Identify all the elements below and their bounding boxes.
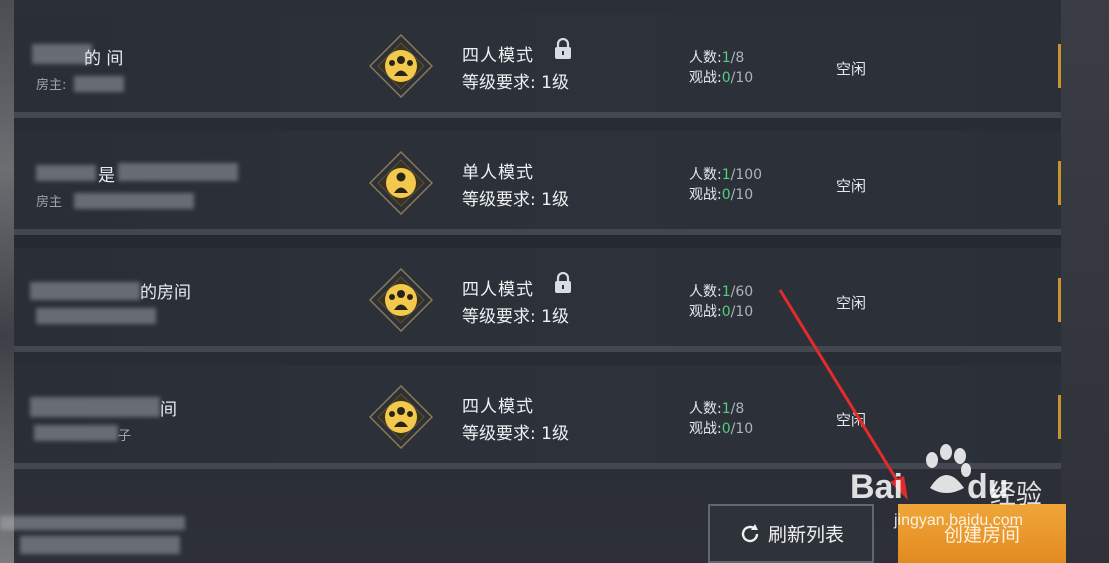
room-row[interactable]: 的房间 四人模式 等级要求: 1级 人数:1/60 观战:0/10 空闲 [14, 248, 1061, 352]
room-status: 空闲 [836, 411, 867, 429]
spectators-current: 0 [721, 421, 731, 437]
solo-icon [369, 151, 433, 215]
redacted-text [32, 44, 92, 64]
spectator-count: 观战:0/10 [689, 301, 753, 321]
players-label: 人数: [689, 167, 722, 183]
players-current: 1 [721, 167, 731, 183]
refresh-list-label: 刷新列表 [767, 524, 844, 546]
redacted-text [0, 516, 185, 530]
players-max: /60 [730, 284, 754, 300]
players-label: 人数: [689, 401, 722, 417]
mode-title: 单人模式 [462, 163, 534, 183]
spectators-current: 0 [721, 70, 731, 86]
redacted-text [118, 163, 238, 181]
room-status: 空闲 [836, 60, 867, 78]
spectators-current: 0 [721, 304, 731, 320]
player-count: 人数:1/100 [689, 164, 762, 184]
background-art-left [0, 0, 14, 563]
level-requirement: 等级要求: 1级 [462, 424, 569, 444]
watermark-url: jingyan.baidu.com [894, 512, 1023, 529]
players-current: 1 [721, 401, 731, 417]
spectators-label: 观战: [689, 304, 722, 320]
redacted-text [30, 397, 160, 417]
row-edge-accent [1058, 395, 1061, 439]
players-current: 1 [721, 50, 731, 66]
room-row[interactable]: 的 间 房主: 四人模式 等级要求: 1级 人数:1/8 观战:0/10 空闲 [14, 14, 1061, 118]
blurred-footer [0, 512, 190, 556]
player-count: 人数:1/8 [689, 398, 744, 418]
paw-logo-icon [926, 444, 971, 493]
room-name: 的 间 [84, 49, 124, 69]
redacted-text [34, 425, 118, 441]
redacted-text [36, 165, 96, 181]
group-icon [369, 268, 433, 332]
redacted-text [36, 308, 156, 324]
mode-title: 四人模式 [462, 397, 534, 417]
redacted-text [30, 282, 140, 300]
row-edge-accent [1058, 161, 1061, 205]
mode-title: 四人模式 [462, 280, 534, 300]
room-host: 房主 [36, 195, 63, 210]
players-max: /8 [730, 50, 745, 66]
room-host: 房主: [36, 78, 67, 93]
players-max: /8 [730, 401, 745, 417]
level-requirement: 等级要求: 1级 [462, 190, 569, 210]
players-current: 1 [721, 284, 731, 300]
group-icon [369, 385, 433, 449]
watermark-brand: Bai [850, 468, 903, 506]
level-requirement: 等级要求: 1级 [462, 73, 569, 93]
room-name: 的房间 [140, 283, 191, 303]
room-list-screen: 的 间 房主: 四人模式 等级要求: 1级 人数:1/8 观战:0/10 空闲 … [0, 0, 1109, 563]
room-name: 间 [160, 400, 177, 420]
redacted-text [20, 536, 180, 554]
room-name: 是 [98, 166, 115, 186]
spectators-max: /10 [730, 187, 754, 203]
redacted-text [74, 76, 124, 92]
spectators-label: 观战: [689, 70, 722, 86]
room-host: 子 [118, 429, 132, 444]
redacted-text [74, 193, 194, 209]
room-status: 空闲 [836, 294, 867, 312]
watermark-suffix: 经验 [990, 480, 1043, 510]
room-row[interactable]: 是 房主 单人模式 等级要求: 1级 人数:1/100 观战:0/10 空闲 [14, 131, 1061, 235]
row-edge-accent [1058, 278, 1061, 322]
level-requirement: 等级要求: 1级 [462, 307, 569, 327]
refresh-icon [741, 523, 759, 542]
spectator-count: 观战:0/10 [689, 67, 753, 87]
room-status: 空闲 [836, 177, 867, 195]
spectator-count: 观战:0/10 [689, 418, 753, 438]
spectators-current: 0 [721, 187, 731, 203]
lock-icon [555, 38, 571, 59]
spectator-count: 观战:0/10 [689, 184, 753, 204]
lock-icon [555, 272, 571, 293]
spectators-max: /10 [730, 304, 754, 320]
players-max: /100 [730, 167, 763, 183]
spectators-max: /10 [730, 70, 754, 86]
player-count: 人数:1/60 [689, 281, 753, 301]
spectators-max: /10 [730, 421, 754, 437]
players-label: 人数: [689, 284, 722, 300]
baidu-watermark: Bai du 经验 jingyan.baidu.com [850, 442, 1070, 529]
player-count: 人数:1/8 [689, 47, 744, 67]
group-icon [369, 34, 433, 98]
spectators-label: 观战: [689, 187, 722, 203]
spectators-label: 观战: [689, 421, 722, 437]
row-edge-accent [1058, 44, 1061, 88]
mode-title: 四人模式 [462, 46, 534, 66]
players-label: 人数: [689, 50, 722, 66]
